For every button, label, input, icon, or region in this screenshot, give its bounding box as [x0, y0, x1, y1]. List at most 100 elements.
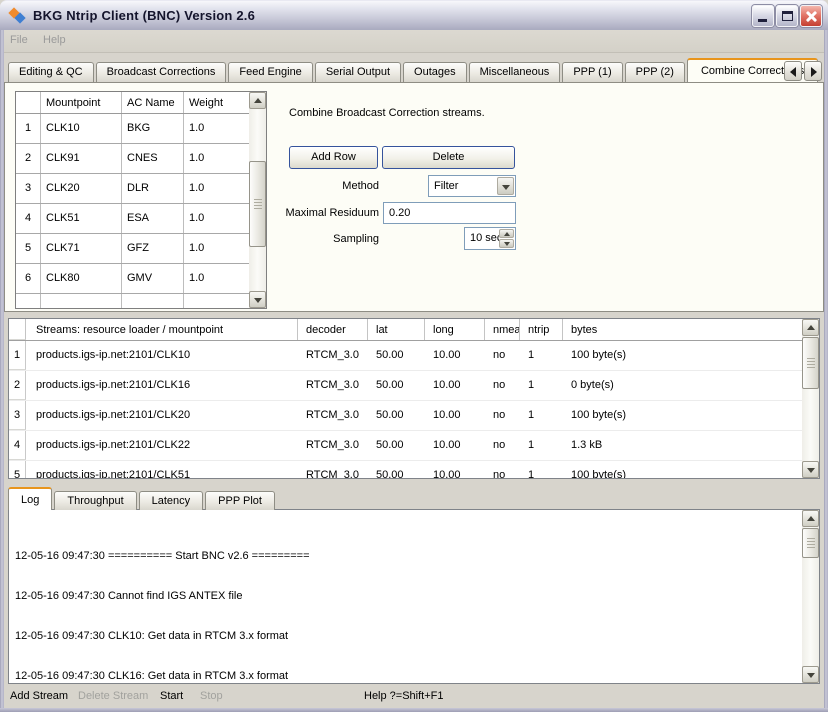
start-action[interactable]: Start	[160, 690, 183, 702]
window-border-right	[824, 28, 828, 712]
down-arrow-icon	[807, 468, 815, 473]
tab-throughput[interactable]: Throughput	[54, 491, 136, 510]
stop-action[interactable]: Stop	[200, 690, 223, 702]
col-streams: Streams: resource loader / mountpoint	[26, 319, 298, 340]
add-stream-action[interactable]: Add Stream	[10, 690, 68, 702]
tab-editing-qc[interactable]: Editing & QC	[8, 62, 94, 82]
minimize-icon	[758, 19, 767, 22]
sampling-label: Sampling	[245, 228, 379, 250]
tab-scroll-right-button[interactable]	[804, 61, 822, 81]
window-border-left	[0, 28, 4, 712]
log-text: 12-05-16 09:47:30 ========== Start BNC v…	[15, 523, 795, 684]
left-arrow-icon	[790, 67, 796, 77]
table-row-partial	[16, 294, 249, 309]
up-arrow-icon	[807, 325, 815, 330]
close-button[interactable]	[800, 5, 822, 27]
tab-latency[interactable]: Latency	[139, 491, 204, 510]
stream-row[interactable]: 4 products.igs-ip.net:2101/CLK22 RTCM_3.…	[9, 431, 802, 461]
up-arrow-icon	[807, 516, 815, 521]
streams-table-header: Streams: resource loader / mountpoint de…	[9, 319, 802, 341]
table-row[interactable]: 5 CLK71 GFZ 1.0	[16, 234, 249, 264]
tab-outages[interactable]: Outages	[403, 62, 467, 82]
tab-broadcast-corrections[interactable]: Broadcast Corrections	[96, 62, 227, 82]
combine-table-scrollbar[interactable]	[249, 92, 266, 308]
table-row[interactable]: 4 CLK51 ESA 1.0	[16, 204, 249, 234]
right-arrow-icon	[811, 67, 817, 77]
method-select[interactable]: Filter	[428, 175, 516, 197]
bottom-tab-bar: Log Throughput Latency PPP Plot	[8, 487, 277, 510]
status-bar: Add Stream Delete Stream Start Stop Help…	[4, 684, 824, 708]
col-lat: lat	[368, 319, 425, 340]
combo-dropdown-button[interactable]	[497, 177, 514, 195]
scroll-down-button[interactable]	[249, 291, 266, 308]
log-line: 12-05-16 09:47:30 CLK10: Get data in RTC…	[15, 630, 795, 643]
table-row[interactable]: 2 CLK91 CNES 1.0	[16, 144, 249, 174]
log-panel[interactable]: 12-05-16 09:47:30 ========== Start BNC v…	[8, 509, 820, 684]
help-shortcut-label: Help ?=Shift+F1	[364, 690, 444, 702]
maximal-residuum-input[interactable]: 0.20	[383, 202, 516, 224]
maximize-icon	[782, 11, 793, 21]
streams-scrollbar[interactable]	[802, 319, 819, 478]
maximize-button[interactable]	[776, 5, 798, 27]
scroll-down-button[interactable]	[802, 461, 819, 478]
add-row-button[interactable]: Add Row	[289, 146, 378, 169]
spin-up-button[interactable]	[499, 229, 514, 238]
sampling-spinner[interactable]: 10 sec	[464, 227, 516, 250]
scroll-up-button[interactable]	[802, 319, 819, 336]
col-ac-name: AC Name	[122, 92, 184, 113]
combine-table-header: Mountpoint AC Name Weight	[16, 92, 249, 114]
minimize-button[interactable]	[752, 5, 774, 27]
col-decoder: decoder	[298, 319, 368, 340]
log-scrollbar[interactable]	[802, 510, 819, 683]
tab-bar: Editing & QC Broadcast Corrections Feed …	[8, 58, 783, 82]
delete-button[interactable]: Delete	[382, 146, 515, 169]
window-border-bottom	[0, 708, 828, 712]
scrollbar-thumb[interactable]	[802, 528, 819, 558]
streams-table: Streams: resource loader / mountpoint de…	[8, 318, 820, 479]
bnc-window: BKG Ntrip Client (BNC) Version 2.6 File …	[0, 0, 828, 712]
col-long: long	[425, 319, 485, 340]
delete-stream-action[interactable]: Delete Stream	[78, 690, 148, 702]
titlebar[interactable]: BKG Ntrip Client (BNC) Version 2.6	[0, 0, 828, 30]
menu-help[interactable]: Help	[43, 34, 66, 46]
col-ntrip: ntrip	[520, 319, 563, 340]
up-arrow-icon	[254, 98, 262, 103]
tab-feed-engine[interactable]: Feed Engine	[228, 62, 312, 82]
up-arrow-icon	[504, 232, 510, 236]
tab-ppp-1[interactable]: PPP (1)	[562, 62, 622, 82]
menu-file[interactable]: File	[10, 34, 28, 46]
tab-miscellaneous[interactable]: Miscellaneous	[469, 62, 561, 82]
col-bytes: bytes	[563, 319, 802, 340]
chevron-down-icon	[502, 185, 510, 190]
table-row[interactable]: 3 CLK20 DLR 1.0	[16, 174, 249, 204]
stream-row[interactable]: 3 products.igs-ip.net:2101/CLK20 RTCM_3.…	[9, 401, 802, 431]
stream-row[interactable]: 5 products.igs-ip.net:2101/CLK51 RTCM_3.…	[9, 461, 802, 479]
col-nmea: nmea	[485, 319, 520, 340]
stream-row[interactable]: 1 products.igs-ip.net:2101/CLK10 RTCM_3.…	[9, 341, 802, 371]
scroll-up-button[interactable]	[802, 510, 819, 527]
scroll-down-button[interactable]	[802, 666, 819, 683]
method-label: Method	[245, 175, 379, 197]
col-mountpoint: Mountpoint	[41, 92, 122, 113]
tab-log[interactable]: Log	[8, 487, 52, 510]
tab-ppp-2[interactable]: PPP (2)	[625, 62, 685, 82]
stream-row[interactable]: 2 products.igs-ip.net:2101/CLK16 RTCM_3.…	[9, 371, 802, 401]
tab-ppp-plot[interactable]: PPP Plot	[205, 491, 275, 510]
table-row[interactable]: 6 CLK80 GMV 1.0	[16, 264, 249, 294]
table-row[interactable]: 1 CLK10 BKG 1.0	[16, 114, 249, 144]
maximal-residuum-label: Maximal Residuum	[245, 202, 379, 224]
scrollbar-thumb[interactable]	[802, 337, 819, 389]
window-title: BKG Ntrip Client (BNC) Version 2.6	[33, 8, 255, 23]
down-arrow-icon	[504, 242, 510, 246]
tab-serial-output[interactable]: Serial Output	[315, 62, 401, 82]
grip-icon	[807, 538, 815, 548]
grip-icon	[807, 358, 815, 368]
app-icon	[8, 7, 28, 25]
spin-down-button[interactable]	[499, 239, 514, 248]
scroll-up-button[interactable]	[249, 92, 266, 109]
combine-description: Combine Broadcast Correction streams.	[289, 107, 485, 119]
log-line: 12-05-16 09:47:30 Cannot find IGS ANTEX …	[15, 590, 795, 603]
col-weight: Weight	[184, 92, 250, 113]
tab-scroll-left-button[interactable]	[784, 61, 802, 81]
down-arrow-icon	[254, 298, 262, 303]
